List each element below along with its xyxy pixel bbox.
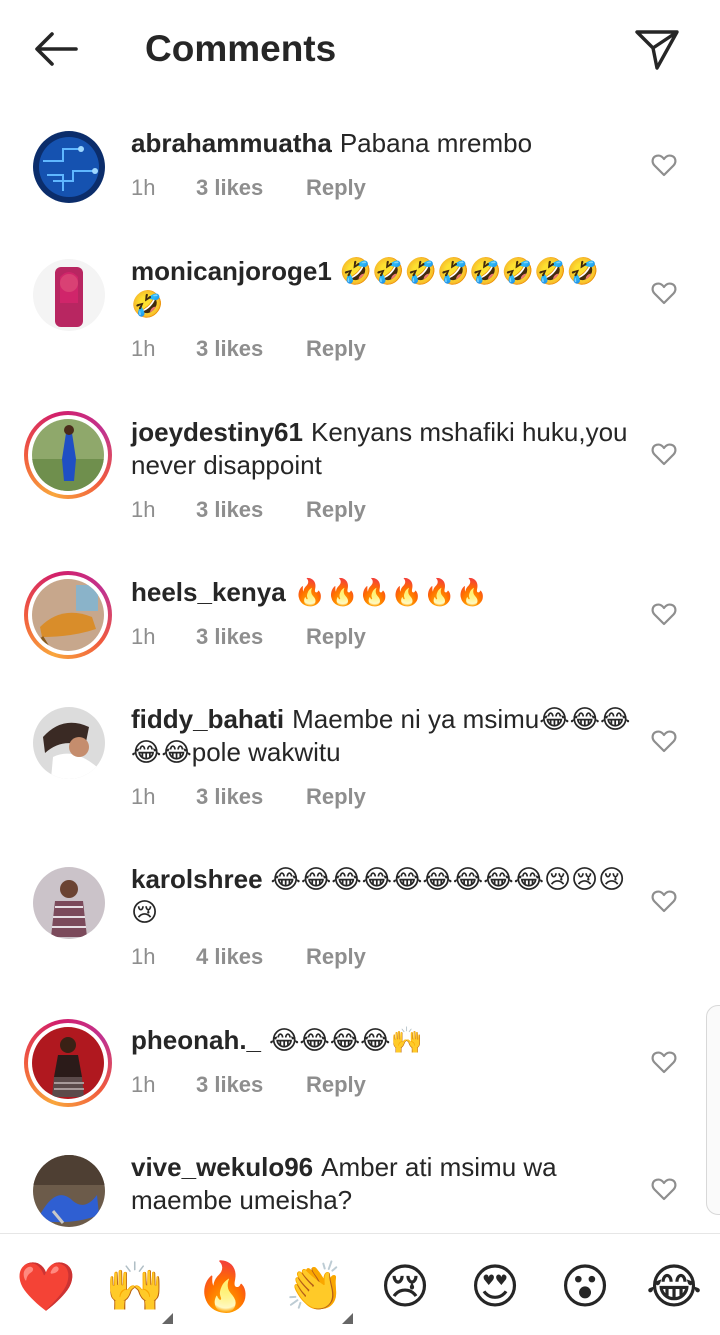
comment-text: vive_wekulo96 Amber ati msimu wa maembe u… xyxy=(131,1152,557,1215)
comment-meta: 1h 3 likes Reply xyxy=(131,624,366,650)
comment-time: 1h xyxy=(131,175,156,200)
comment-text: monicanjoroge1 🤣🤣🤣🤣🤣🤣🤣🤣🤣 xyxy=(131,256,599,319)
arrow-left-icon xyxy=(35,32,78,66)
avatar[interactable] xyxy=(33,707,105,779)
comment-text: fiddy_bahati Maembe ni ya msimu😂😂😂😂😂pole … xyxy=(131,704,631,767)
avatar-story-ring[interactable] xyxy=(24,1019,112,1107)
comments-list[interactable]: abrahammuatha Pabana mrembo 1h 3 likes Re… xyxy=(0,100,720,1233)
heart-icon[interactable] xyxy=(650,727,678,755)
skin-tone-indicator-icon xyxy=(162,1313,173,1324)
comment-text: karolshree 😂😂😂😂😂😂😂😂😂😢😢😢😢 xyxy=(131,864,626,927)
comment-username[interactable]: karolshree xyxy=(131,864,263,894)
comment-likes[interactable]: 3 likes xyxy=(196,624,306,650)
comment-time: 1h xyxy=(131,624,156,649)
reaction-heart-eyes-button[interactable]: 😍 xyxy=(465,1258,525,1318)
comment-meta: 1h 4 likes Reply xyxy=(131,944,366,970)
comment-time: 1h xyxy=(131,497,156,522)
comment-username[interactable]: abrahammuatha xyxy=(131,128,332,158)
comment-username[interactable]: heels_kenya xyxy=(131,577,286,607)
back-button[interactable] xyxy=(30,26,82,72)
comment-text: joeydestiny61 Kenyans mshafiki huku,you n… xyxy=(131,417,628,480)
heart-icon[interactable] xyxy=(650,887,678,915)
paper-plane-icon xyxy=(635,30,679,70)
heart-icon[interactable] xyxy=(650,440,678,468)
reaction-raised-hands-button[interactable]: 🙌 xyxy=(105,1258,173,1324)
reaction-heart-button[interactable]: ❤️ xyxy=(16,1258,76,1318)
avatar[interactable] xyxy=(33,259,105,331)
reply-button[interactable]: Reply xyxy=(306,497,366,523)
heart-icon[interactable] xyxy=(650,1175,678,1203)
comment-meta: 1h 3 likes Reply xyxy=(131,336,366,362)
reaction-fire-button[interactable]: 🔥 xyxy=(195,1258,255,1318)
avatar[interactable] xyxy=(33,131,105,203)
comment-username[interactable]: monicanjoroge1 xyxy=(131,256,332,286)
scrollbar-handle[interactable] xyxy=(706,1005,720,1215)
heart-icon[interactable] xyxy=(650,151,678,179)
reaction-surprised-button[interactable]: 😮 xyxy=(555,1258,615,1318)
comment-username[interactable]: fiddy_bahati xyxy=(131,704,284,734)
comment-meta: 1h 3 likes Reply xyxy=(131,175,366,201)
comment-likes[interactable]: 3 likes xyxy=(196,784,306,810)
comment-likes[interactable]: 3 likes xyxy=(196,175,306,201)
reply-button[interactable]: Reply xyxy=(306,175,366,201)
comment-username[interactable]: vive_wekulo96 xyxy=(131,1152,313,1182)
reaction-clap-button[interactable]: 👏 xyxy=(285,1258,353,1324)
reply-button[interactable]: Reply xyxy=(306,1072,366,1098)
top-bar: Comments xyxy=(0,0,720,100)
heart-icon[interactable] xyxy=(650,279,678,307)
page-title: Comments xyxy=(145,28,337,69)
comment-likes[interactable]: 3 likes xyxy=(196,497,306,523)
comment-likes[interactable]: 3 likes xyxy=(196,1072,306,1098)
reply-button[interactable]: Reply xyxy=(306,336,366,362)
avatar-story-ring[interactable] xyxy=(24,411,112,499)
avatar[interactable] xyxy=(33,867,105,939)
comment-text: pheonah._ 😂😂😂😂🙌 xyxy=(131,1025,423,1055)
reaction-laughing-button[interactable]: 😂 xyxy=(644,1258,704,1318)
avatar[interactable] xyxy=(33,1155,105,1227)
heart-icon[interactable] xyxy=(650,1048,678,1076)
comment-time: 1h xyxy=(131,944,156,969)
reaction-cry-button[interactable]: 😢 xyxy=(375,1258,435,1318)
comment-time: 1h xyxy=(131,784,156,809)
comment-likes[interactable]: 4 likes xyxy=(196,944,306,970)
comment-text: heels_kenya 🔥🔥🔥🔥🔥🔥 xyxy=(131,577,488,607)
heart-icon[interactable] xyxy=(650,600,678,628)
share-button[interactable] xyxy=(630,24,684,74)
comment-meta: 1h 3 likes Reply xyxy=(131,1072,366,1098)
reply-button[interactable]: Reply xyxy=(306,784,366,810)
comment-time: 1h xyxy=(131,336,156,361)
comment-meta: 1h 3 likes Reply xyxy=(131,784,366,810)
comment-username[interactable]: joeydestiny61 xyxy=(131,417,303,447)
comment-text: abrahammuatha Pabana mrembo xyxy=(131,128,533,158)
skin-tone-indicator-icon xyxy=(342,1313,353,1324)
comment-likes[interactable]: 3 likes xyxy=(196,336,306,362)
comment-username[interactable]: pheonah._ xyxy=(131,1025,261,1055)
reply-button[interactable]: Reply xyxy=(306,944,366,970)
avatar-story-ring[interactable] xyxy=(24,571,112,659)
quick-reaction-bar: ❤️ 🙌 🔥 👏 😢 😍 😮 😂 xyxy=(0,1233,720,1335)
reply-button[interactable]: Reply xyxy=(306,624,366,650)
comment-meta: 1h 3 likes Reply xyxy=(131,497,366,523)
comment-time: 1h xyxy=(131,1072,156,1097)
